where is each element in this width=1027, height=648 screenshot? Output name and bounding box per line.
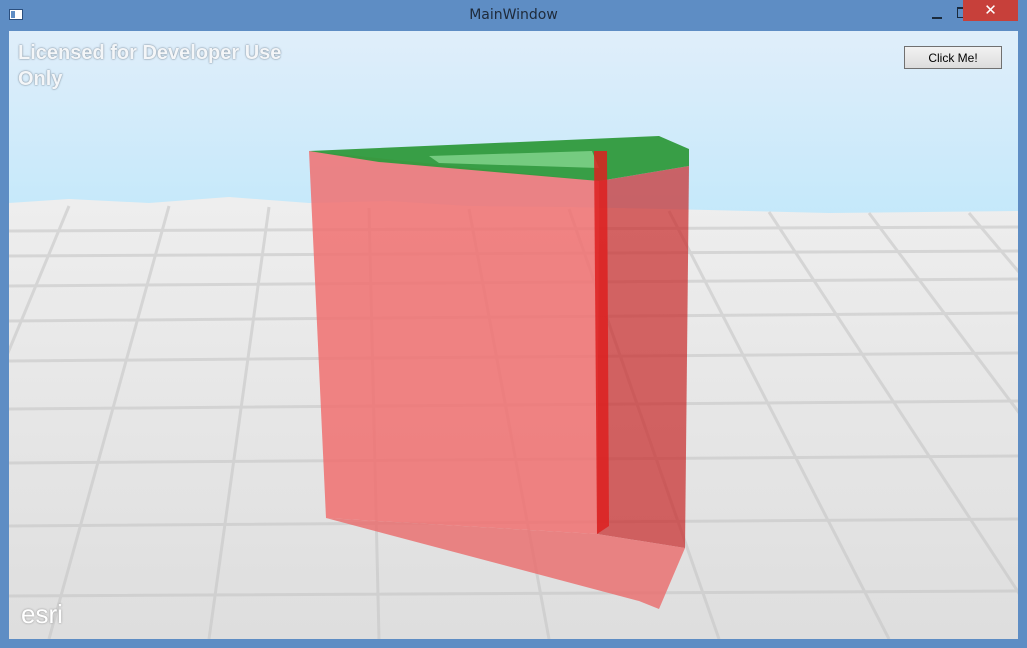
box-front-face xyxy=(309,151,599,534)
box-side-face xyxy=(597,166,689,548)
minimize-icon[interactable] xyxy=(924,4,950,24)
main-window: MainWindow ✕ Licensed for Developer Use … xyxy=(0,0,1027,648)
esri-logo: esri xyxy=(21,599,63,629)
window-title: MainWindow xyxy=(469,7,558,23)
click-me-button[interactable]: Click Me! xyxy=(904,46,1002,69)
license-watermark: Licensed for Developer Use Only xyxy=(18,42,282,90)
title-bar[interactable]: MainWindow ✕ xyxy=(0,0,1027,31)
close-icon[interactable]: ✕ xyxy=(963,0,1018,21)
scene-view[interactable]: Licensed for Developer Use Only Click Me… xyxy=(9,31,1018,639)
scene-canvas[interactable] xyxy=(9,31,1018,639)
